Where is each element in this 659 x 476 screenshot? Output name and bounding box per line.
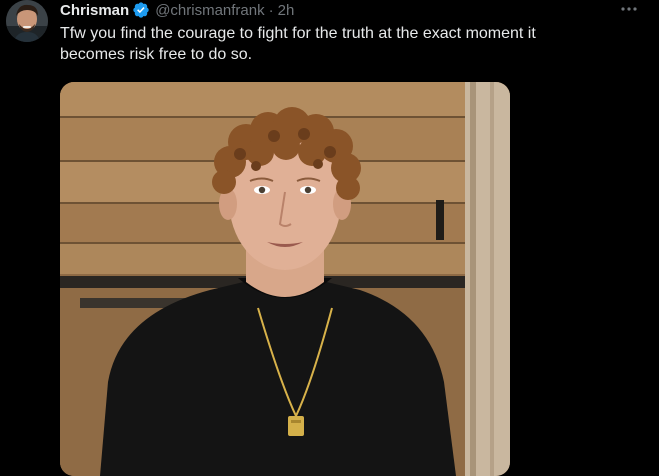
tweet-header: Chrisman @chrismanfrank · 2h bbox=[60, 0, 294, 20]
tweet-text: Tfw you find the courage to fight for th… bbox=[60, 25, 536, 63]
header-separator: · bbox=[268, 1, 274, 19]
tweet-video[interactable] bbox=[60, 82, 510, 476]
tweet-timestamp[interactable]: 2h bbox=[278, 2, 295, 19]
author-display-name[interactable]: Chrisman bbox=[60, 2, 129, 19]
verified-badge-icon bbox=[132, 1, 150, 19]
author-handle[interactable]: @chrismanfrank bbox=[155, 2, 264, 19]
video-frame bbox=[60, 82, 510, 476]
more-options-icon[interactable] bbox=[617, 0, 641, 18]
author-avatar[interactable] bbox=[6, 0, 48, 42]
tweet[interactable]: Chrisman @chrismanfrank · 2h Tfw you fin… bbox=[0, 0, 659, 476]
avatar-image bbox=[6, 0, 48, 42]
